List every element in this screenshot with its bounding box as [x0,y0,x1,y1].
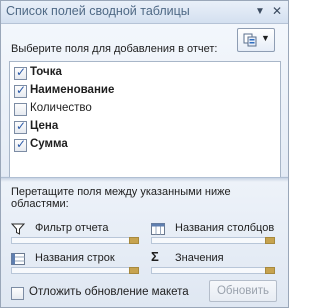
pane-title: Список полей сводной таблицы [6,4,190,18]
area-drop-zone[interactable] [151,267,275,274]
field-label: Цена [30,120,59,132]
field-item-naimenovanie[interactable]: Наименование [14,83,274,100]
field-layout-icon [243,33,257,47]
areas-section: Перетащите поля между указанными ниже об… [1,182,288,307]
pane-options-dropdown-icon[interactable]: ▼ [253,4,267,19]
area-report-filter[interactable]: Фильтр отчета [11,220,139,246]
field-label: Сумма [30,138,68,150]
field-section: Выберите поля для добавления в отчет: ▼ … [1,24,288,199]
pivot-field-list-pane: Список полей сводной таблицы ▼ ✕ Выберит… [0,0,289,308]
area-label: Названия столбцов [175,222,275,234]
area-values[interactable]: Σ Значения [151,250,275,276]
field-label: Точка [30,66,62,78]
area-drop-zone[interactable] [151,237,275,244]
columns-icon [151,223,165,235]
drop-zone-marker [129,267,139,274]
filter-icon [11,223,25,235]
area-column-labels[interactable]: Названия столбцов [151,220,275,246]
field-checkbox[interactable] [14,137,27,152]
rows-icon [11,253,25,265]
choose-fields-label: Выберите поля для добавления в отчет: [11,43,218,55]
update-button[interactable]: Обновить [209,280,277,302]
field-label: Количество [30,102,92,114]
area-drop-zone[interactable] [11,267,139,274]
drop-zone-marker [265,237,275,244]
defer-layout-update-label: Отложить обновление макета [29,286,189,298]
field-item-kolichestvo[interactable]: Количество [14,102,274,118]
area-drop-zone[interactable] [11,237,139,244]
defer-layout-update-checkbox[interactable] [11,287,24,300]
drag-fields-label: Перетащите поля между указанными ниже об… [11,186,231,210]
sigma-icon: Σ [151,249,159,264]
field-checkbox[interactable] [14,83,27,98]
field-list-layout-button[interactable]: ▼ [237,28,275,52]
field-checkbox[interactable] [14,103,27,116]
drop-zone-marker [129,237,139,244]
field-item-tochka[interactable]: Точка [14,65,274,82]
close-icon[interactable]: ✕ [270,4,284,19]
area-label: Фильтр отчета [35,222,109,234]
field-item-tsena[interactable]: Цена [14,119,274,136]
area-label: Значения [175,252,224,264]
area-row-labels[interactable]: Названия строк [11,250,139,276]
drop-zone-marker [265,267,275,274]
field-label: Наименование [30,84,115,96]
field-checkbox[interactable] [14,119,27,134]
area-label: Названия строк [35,252,115,264]
pane-title-bar[interactable]: Список полей сводной таблицы ▼ ✕ [1,1,288,24]
chevron-down-icon: ▼ [261,33,270,43]
field-checkbox[interactable] [14,65,27,80]
field-item-summa[interactable]: Сумма [14,137,274,154]
